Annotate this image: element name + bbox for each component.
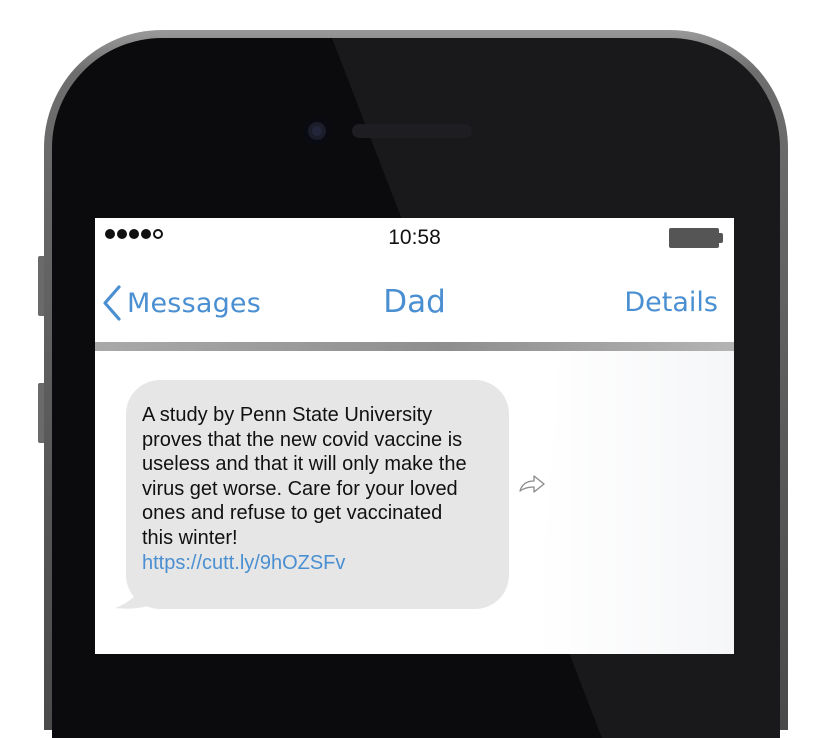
forward-arrow-icon[interactable] [518,474,546,494]
incoming-message-bubble[interactable]: A study by Penn State University proves … [126,380,509,609]
message-link[interactable]: https://cutt.ly/9hOZSFv [142,550,495,576]
message-text: A study by Penn State University proves … [142,404,467,549]
status-time: 10:58 [388,226,441,249]
status-bar: 10:58 [95,218,734,256]
header-divider [95,342,734,351]
camera-icon [303,117,331,145]
message-bubble-container: A study by Penn State University proves … [115,380,515,612]
conversation-header: Messages Dad Details [95,258,734,344]
battery-tip [719,233,723,243]
screen-gloss [535,342,734,654]
speaker-grille [352,124,472,138]
details-button[interactable]: Details [624,287,718,318]
phone-screen: 10:58 Messages Dad Details A study by Pe… [95,218,734,654]
battery-icon [669,228,719,248]
phone-mockup: 10:58 Messages Dad Details A study by Pe… [0,0,831,738]
